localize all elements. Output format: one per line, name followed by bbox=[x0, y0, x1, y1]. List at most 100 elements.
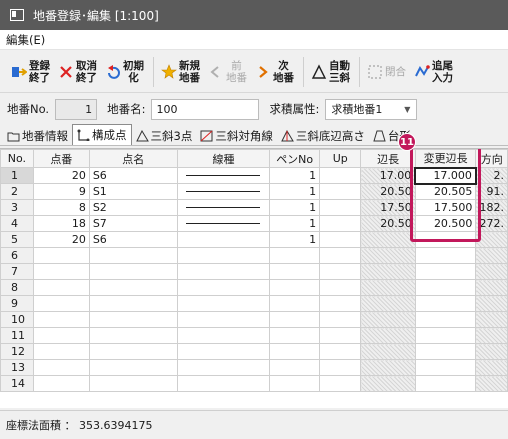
cell-chg[interactable]: 20.505 bbox=[414, 183, 477, 200]
cell-chg[interactable] bbox=[414, 359, 477, 376]
cell-no[interactable]: 6 bbox=[0, 247, 34, 264]
column-header[interactable]: 辺長 bbox=[360, 149, 416, 168]
cell-len[interactable] bbox=[360, 263, 416, 280]
cell-dir[interactable]: 91. bbox=[475, 183, 508, 200]
cell-no[interactable]: 10 bbox=[0, 311, 34, 328]
cell-chg[interactable] bbox=[414, 295, 477, 312]
cell-dir[interactable]: 2. bbox=[475, 167, 508, 184]
cell-chg[interactable] bbox=[414, 311, 477, 328]
cell-pt[interactable] bbox=[32, 295, 90, 312]
tab-triangle-base-height[interactable]: 三斜底辺高さ bbox=[277, 126, 369, 145]
cell-name[interactable]: S6 bbox=[88, 231, 178, 248]
cell-dir[interactable]: 182. bbox=[475, 199, 508, 216]
cell-no[interactable]: 9 bbox=[0, 295, 34, 312]
cell-pen[interactable]: 1 bbox=[269, 231, 321, 248]
cell-pt[interactable] bbox=[32, 279, 90, 296]
cell-len[interactable] bbox=[360, 231, 416, 248]
column-header[interactable]: 変更辺長 bbox=[414, 149, 477, 168]
cell-dir[interactable]: 272. bbox=[475, 215, 508, 232]
cell-dir[interactable] bbox=[475, 359, 508, 376]
cell-name[interactable] bbox=[88, 375, 178, 392]
cell-line[interactable] bbox=[176, 359, 271, 376]
cell-dir[interactable] bbox=[475, 295, 508, 312]
table-row[interactable]: 11 bbox=[0, 327, 508, 344]
cell-chg[interactable]: 17.000 bbox=[414, 166, 477, 185]
cell-len[interactable] bbox=[360, 327, 416, 344]
cell-pt[interactable] bbox=[32, 343, 90, 360]
cell-pen[interactable]: 1 bbox=[269, 215, 321, 232]
cell-pen[interactable] bbox=[269, 327, 321, 344]
cell-pen[interactable] bbox=[269, 247, 321, 264]
prev-lot-button[interactable]: 前 地番 bbox=[205, 55, 250, 89]
cell-pen[interactable]: 1 bbox=[269, 183, 321, 200]
cell-no[interactable]: 12 bbox=[0, 343, 34, 360]
table-row[interactable]: 1 20 S6 1 17.00 17.000 2. bbox=[0, 166, 508, 185]
append-input-button[interactable]: 追尾 入力 bbox=[411, 55, 456, 89]
tab-triangle-3pt[interactable]: 三斜3点 bbox=[132, 126, 197, 145]
cell-line[interactable] bbox=[176, 279, 271, 296]
cell-name[interactable] bbox=[88, 311, 178, 328]
cell-len[interactable] bbox=[360, 279, 416, 296]
table-row[interactable]: 10 bbox=[0, 311, 508, 328]
cell-pen[interactable]: 1 bbox=[269, 199, 321, 216]
tab-triangle-diagonal[interactable]: 三斜対角線 bbox=[196, 126, 277, 145]
cell-no[interactable]: 8 bbox=[0, 279, 34, 296]
cell-line[interactable] bbox=[176, 295, 271, 312]
cell-chg[interactable] bbox=[414, 247, 477, 264]
cell-pt[interactable]: 8 bbox=[32, 199, 90, 216]
cell-line[interactable] bbox=[176, 183, 271, 200]
cell-up[interactable] bbox=[319, 359, 362, 376]
cell-pt[interactable]: 20 bbox=[32, 231, 90, 248]
cell-pt[interactable] bbox=[32, 375, 90, 392]
cell-no[interactable]: 7 bbox=[0, 263, 34, 280]
cell-line[interactable] bbox=[176, 375, 271, 392]
cell-pen[interactable] bbox=[269, 375, 321, 392]
cell-chg[interactable]: 20.500 bbox=[414, 215, 477, 232]
cell-pen[interactable]: 1 bbox=[269, 167, 321, 184]
tab-lot-info[interactable]: 地番情報 bbox=[3, 126, 72, 145]
cell-pt[interactable] bbox=[32, 247, 90, 264]
cell-up[interactable] bbox=[319, 263, 362, 280]
cell-up[interactable] bbox=[319, 311, 362, 328]
cell-pen[interactable] bbox=[269, 279, 321, 296]
cell-line[interactable] bbox=[176, 247, 271, 264]
cell-chg[interactable] bbox=[414, 327, 477, 344]
cell-line[interactable] bbox=[176, 311, 271, 328]
cell-line[interactable] bbox=[176, 199, 271, 216]
cell-name[interactable]: S2 bbox=[88, 199, 178, 216]
cell-pen[interactable] bbox=[269, 295, 321, 312]
cell-line[interactable] bbox=[176, 263, 271, 280]
cell-pt[interactable]: 18 bbox=[32, 215, 90, 232]
cell-no[interactable]: 11 bbox=[0, 327, 34, 344]
cell-chg[interactable] bbox=[414, 263, 477, 280]
cell-up[interactable] bbox=[319, 167, 362, 184]
cell-pt[interactable]: 20 bbox=[32, 167, 90, 184]
cell-up[interactable] bbox=[319, 231, 362, 248]
cell-len[interactable] bbox=[360, 343, 416, 360]
cell-name[interactable] bbox=[88, 343, 178, 360]
table-row[interactable]: 3 8 S2 1 17.50 17.500 182. bbox=[0, 199, 508, 216]
cell-len[interactable] bbox=[360, 375, 416, 392]
cell-name[interactable]: S7 bbox=[88, 215, 178, 232]
cell-line[interactable] bbox=[176, 231, 271, 248]
cell-chg[interactable]: 17.500 bbox=[414, 199, 477, 216]
cell-name[interactable]: S1 bbox=[88, 183, 178, 200]
cell-dir[interactable] bbox=[475, 375, 508, 392]
cell-line[interactable] bbox=[176, 327, 271, 344]
cell-dir[interactable] bbox=[475, 327, 508, 344]
cell-len[interactable] bbox=[360, 295, 416, 312]
auto-triangle-button[interactable]: 自動 三斜 bbox=[308, 55, 353, 89]
register-end-button[interactable]: 登録 終了 bbox=[8, 55, 53, 89]
cell-dir[interactable] bbox=[475, 343, 508, 360]
cell-pen[interactable] bbox=[269, 263, 321, 280]
cell-line[interactable] bbox=[176, 215, 271, 232]
cell-len[interactable] bbox=[360, 311, 416, 328]
cancel-end-button[interactable]: 取消 終了 bbox=[55, 55, 100, 89]
cell-len[interactable]: 20.50 bbox=[360, 183, 416, 200]
cell-len[interactable]: 17.50 bbox=[360, 199, 416, 216]
cell-up[interactable] bbox=[319, 279, 362, 296]
cell-name[interactable]: S6 bbox=[88, 167, 178, 184]
cell-no[interactable]: 5 bbox=[0, 231, 34, 248]
cell-no[interactable]: 2 bbox=[0, 183, 34, 200]
cell-dir[interactable] bbox=[475, 263, 508, 280]
